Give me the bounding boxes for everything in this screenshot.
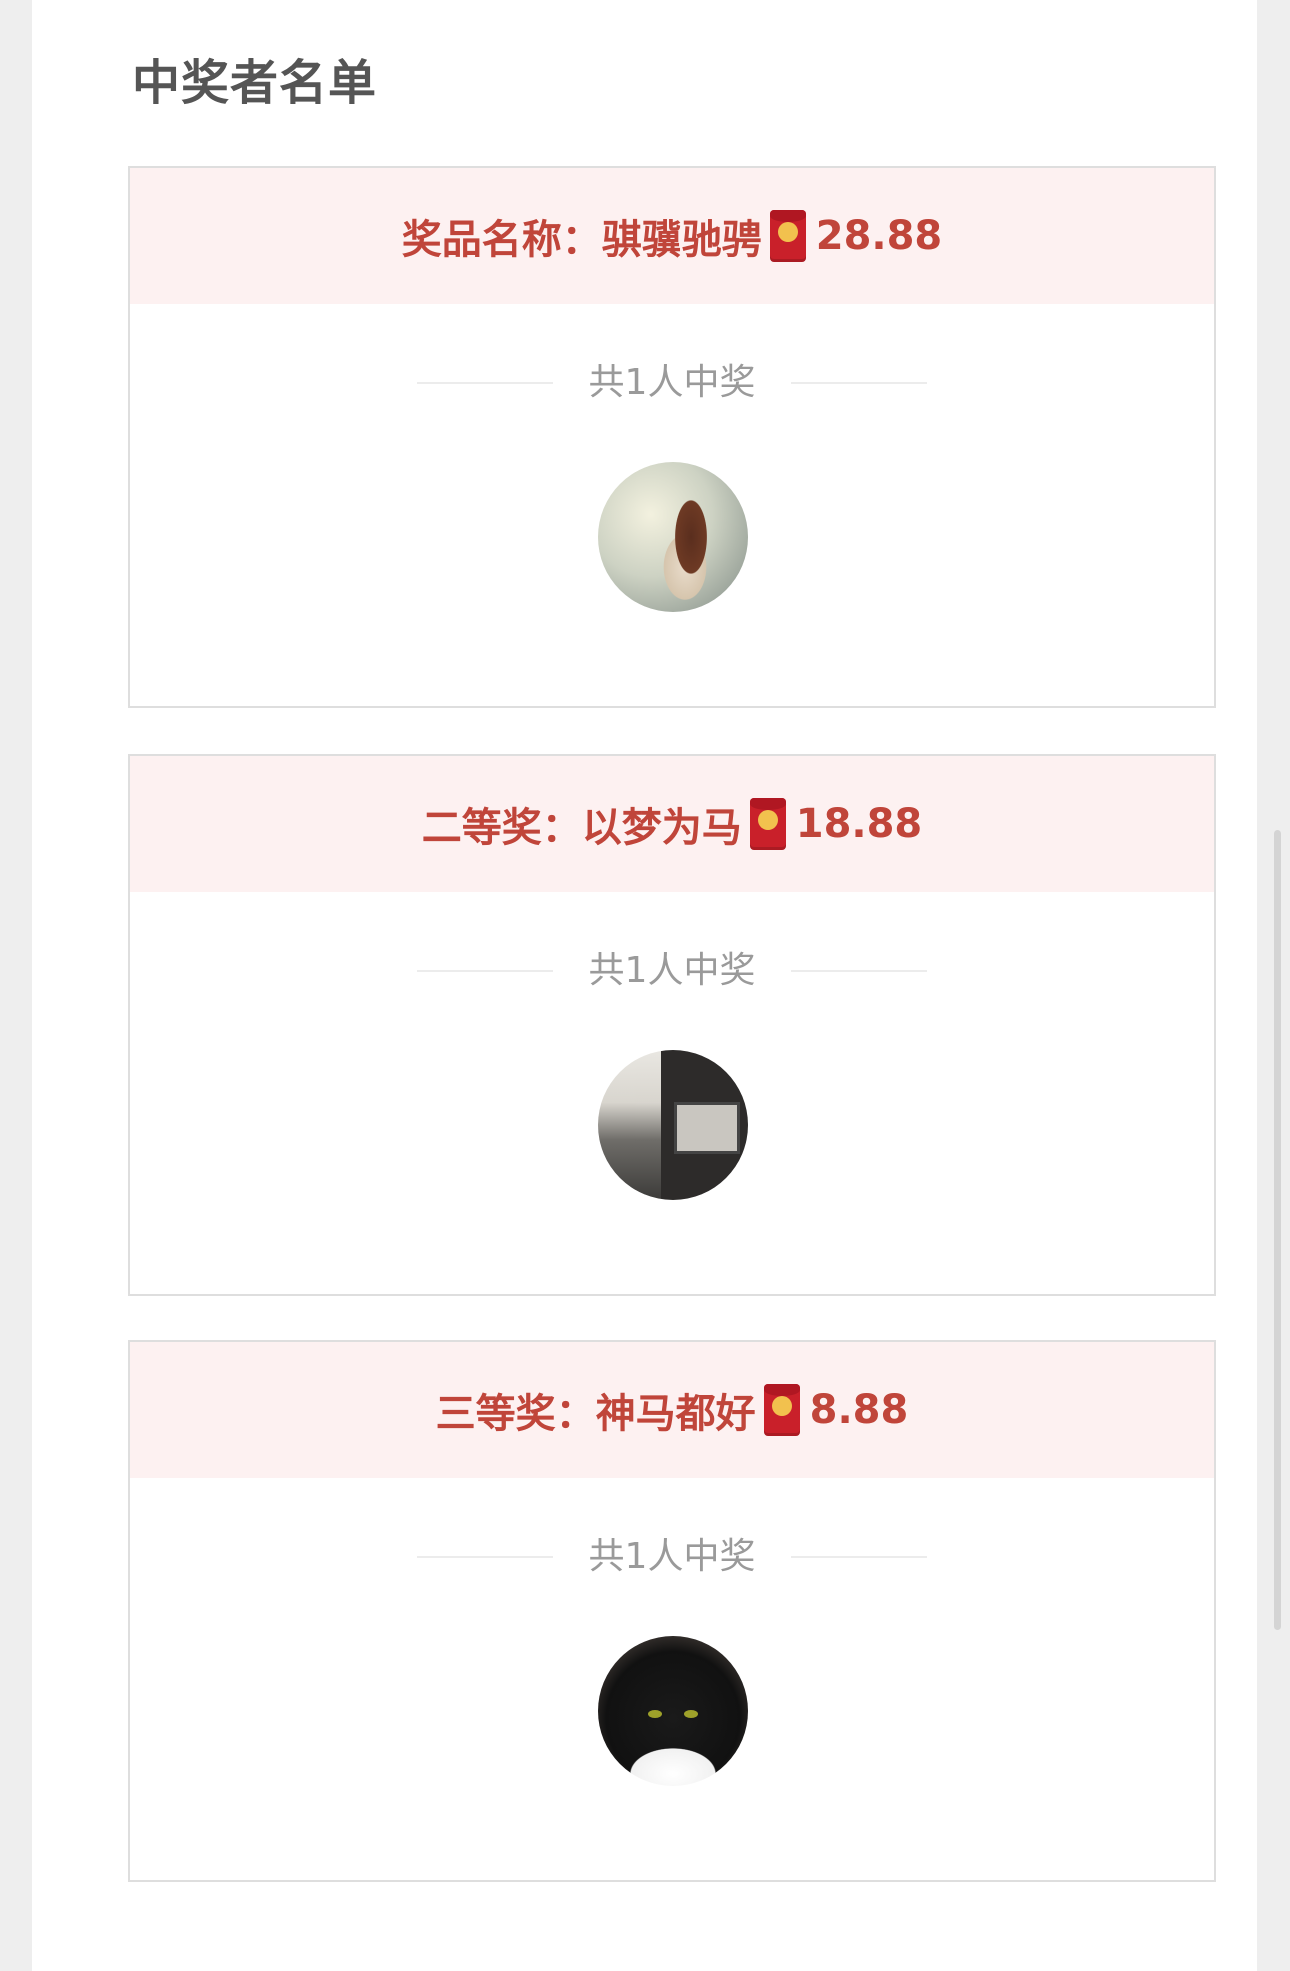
divider-right <box>791 382 928 384</box>
divider-left <box>416 382 553 384</box>
prize-amount: 8.88 <box>809 1387 909 1433</box>
winner-count-row: 共1人中奖 <box>130 951 1214 991</box>
vertical-scrollbar[interactable] <box>1274 830 1281 1630</box>
prize-label: 三等奖：神马都好 <box>435 1391 756 1437</box>
prize-card: 二等奖：以梦为马 18.88 共1人中奖 <box>128 754 1216 1296</box>
prize-header: 奖品名称：骐骥驰骋 28.88 <box>130 168 1214 304</box>
winner-count: 共1人中奖 <box>588 950 756 991</box>
red-envelope-icon <box>769 210 806 262</box>
prize-card: 奖品名称：骐骥驰骋 28.88 共1人中奖 <box>128 166 1216 708</box>
winner-list-page: 中奖者名单 奖品名称：骐骥驰骋 28.88 共1人中奖 二等奖：以梦为马 18.… <box>32 0 1257 1971</box>
prize-header: 二等奖：以梦为马 18.88 <box>130 756 1214 892</box>
prize-header: 三等奖：神马都好 8.88 <box>130 1342 1214 1478</box>
prize-label: 二等奖：以梦为马 <box>421 805 742 851</box>
prize-amount: 18.88 <box>795 801 923 847</box>
winner-count-row: 共1人中奖 <box>130 363 1214 403</box>
winner-avatar[interactable] <box>598 462 748 612</box>
winner-count-row: 共1人中奖 <box>130 1537 1214 1577</box>
prize-card: 三等奖：神马都好 8.88 共1人中奖 <box>128 1340 1216 1882</box>
divider-left <box>416 1556 553 1558</box>
prize-title: 奖品名称：骐骥驰骋 28.88 <box>401 207 943 265</box>
winner-avatar[interactable] <box>598 1050 748 1200</box>
winner-count: 共1人中奖 <box>588 362 756 403</box>
section-title: 中奖者名单 <box>132 55 378 111</box>
prize-amount: 28.88 <box>815 213 943 259</box>
divider-left <box>416 970 553 972</box>
prize-label: 奖品名称：骐骥驰骋 <box>401 217 762 263</box>
red-envelope-icon <box>763 1384 800 1436</box>
red-envelope-icon <box>749 798 786 850</box>
divider-right <box>791 1556 928 1558</box>
prize-title: 二等奖：以梦为马 18.88 <box>421 795 923 853</box>
winner-count: 共1人中奖 <box>588 1536 756 1577</box>
winner-avatar[interactable] <box>598 1636 748 1786</box>
prize-title: 三等奖：神马都好 8.88 <box>435 1381 909 1439</box>
divider-right <box>791 970 928 972</box>
